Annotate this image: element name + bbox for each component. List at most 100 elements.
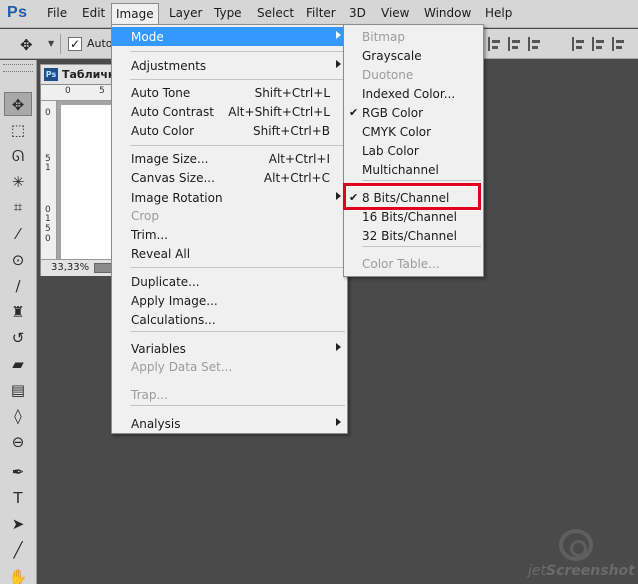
path-selection-tool-icon[interactable]: ➤ <box>4 512 32 536</box>
mode-menu-item[interactable]: Indexed Color... <box>344 84 483 103</box>
annotation-highlight-box <box>343 183 481 210</box>
image-menu-item[interactable]: Variables <box>112 339 347 358</box>
image-menu-item[interactable]: Canvas Size... Alt+Ctrl+C <box>112 168 347 187</box>
menu-item-label: Crop <box>131 209 160 223</box>
image-menu-item[interactable]: Auto Tone Shift+Ctrl+L <box>112 83 347 102</box>
menu-layer[interactable]: Layer <box>169 6 202 20</box>
history-brush-tool-icon[interactable]: ↺ <box>4 326 32 350</box>
menu-item-label: CMYK Color <box>362 125 432 139</box>
image-menu-item[interactable]: Mode <box>112 27 347 46</box>
menu-item-label: Image Rotation <box>131 191 223 205</box>
menu-item-label: Image Size... <box>131 152 209 166</box>
checkmark-icon: ✔ <box>349 106 359 119</box>
type-tool-icon[interactable]: T <box>4 486 32 510</box>
distribute-middle-icon[interactable] <box>592 37 605 51</box>
image-menu-item[interactable]: Auto Color Shift+Ctrl+B <box>112 121 347 140</box>
align-left-icon[interactable] <box>488 37 501 51</box>
document-tab[interactable]: Ps Таблички <box>40 64 115 84</box>
mode-menu-item[interactable]: CMYK Color <box>344 122 483 141</box>
menu-item-label: Trim... <box>131 228 168 242</box>
menu-item-label: Apply Image... <box>131 294 218 308</box>
submenu-arrow-icon <box>336 418 341 426</box>
distribute-bottom-icon[interactable] <box>612 37 625 51</box>
menu-separator <box>130 79 345 80</box>
menu-select[interactable]: Select <box>257 6 294 20</box>
menu-window[interactable]: Window <box>424 6 471 20</box>
line-tool-icon[interactable]: ╱ <box>4 538 32 562</box>
menu-separator <box>362 246 481 247</box>
ruler-tick-label: 5 <box>45 224 51 234</box>
mode-menu-item[interactable]: Multichannel <box>344 160 483 179</box>
menu-type[interactable]: Type <box>214 6 242 20</box>
menu-separator <box>130 51 345 52</box>
menu-item-label: Auto Color <box>131 124 195 138</box>
image-menu-item[interactable]: Apply Image... <box>112 291 347 310</box>
image-menu-item[interactable]: Image Rotation <box>112 188 347 207</box>
menu-separator <box>130 331 345 332</box>
brush-tool-icon[interactable]: ∕ <box>4 274 32 298</box>
mode-menu-item[interactable]: Lab Color <box>344 141 483 160</box>
menu-item-label: Auto Tone <box>131 86 191 100</box>
mode-menu-item[interactable]: ✔ RGB Color <box>344 103 483 122</box>
image-menu-item[interactable]: Trim... <box>112 225 347 244</box>
pen-tool-icon[interactable]: ✒ <box>4 460 32 484</box>
image-menu-item[interactable]: Calculations... <box>112 310 347 329</box>
menu-item-label: Duplicate... <box>131 275 200 289</box>
menu-item-shortcut: Alt+Ctrl+C <box>263 171 330 185</box>
menu-item-label: Canvas Size... <box>131 171 215 185</box>
image-menu-item[interactable]: Adjustments <box>112 56 347 75</box>
mode-menu-item: Bitmap <box>344 27 483 46</box>
image-menu-item[interactable]: Reveal All <box>112 244 347 263</box>
clone-stamp-tool-icon[interactable]: ♜ <box>4 300 32 324</box>
submenu-arrow-icon <box>336 343 341 351</box>
tools-panel: ✥ ⬚ ᘏ ✳ ⌗ ⁄ ⊙ ∕ ♜ ↺ ▰ ▤ ◊ ⊖ ✒ T ➤ ╱ ✋ <box>0 60 37 584</box>
menu-image[interactable]: Image <box>111 3 159 25</box>
options-separator <box>60 34 61 54</box>
eraser-tool-icon[interactable]: ▰ <box>4 352 32 376</box>
magic-wand-tool-icon[interactable]: ✳ <box>4 170 32 194</box>
menu-item-label: 32 Bits/Channel <box>362 229 457 243</box>
marquee-tool-icon[interactable]: ⬚ <box>4 118 32 142</box>
zoom-level[interactable]: 33,33% <box>51 262 89 273</box>
menu-item-label: Calculations... <box>131 313 216 327</box>
toolbar-grip[interactable] <box>3 64 33 72</box>
align-center-icon[interactable] <box>508 37 521 51</box>
image-menu-item[interactable]: Image Size... Alt+Ctrl+I <box>112 149 347 168</box>
crop-tool-icon[interactable]: ⌗ <box>4 195 32 219</box>
menu-item-label: Variables <box>131 342 186 356</box>
eyedropper-tool-icon[interactable]: ⁄ <box>4 222 32 246</box>
gradient-tool-icon[interactable]: ▤ <box>4 378 32 402</box>
hand-tool-icon[interactable]: ✋ <box>4 565 32 584</box>
menu-3d[interactable]: 3D <box>349 6 366 20</box>
menu-item-label: Adjustments <box>131 59 207 73</box>
image-menu-item[interactable]: Auto Contrast Alt+Shift+Ctrl+L <box>112 102 347 121</box>
tool-preset-caret-icon[interactable]: ▼ <box>48 39 54 48</box>
image-menu-item[interactable]: Analysis <box>112 414 347 433</box>
dodge-tool-icon[interactable]: ⊖ <box>4 430 32 454</box>
image-menu-item: Apply Data Set... <box>112 357 347 376</box>
blur-tool-icon[interactable]: ◊ <box>4 404 32 428</box>
menu-item-label: Mode <box>131 30 164 44</box>
spot-healing-tool-icon[interactable]: ⊙ <box>4 248 32 272</box>
menu-filter[interactable]: Filter <box>306 6 336 20</box>
distribute-top-icon[interactable] <box>572 37 585 51</box>
menu-file[interactable]: File <box>47 6 67 20</box>
lasso-tool-icon[interactable]: ᘏ <box>4 144 32 168</box>
document-canvas[interactable] <box>61 105 116 259</box>
menu-view[interactable]: View <box>381 6 409 20</box>
move-tool-icon[interactable]: ✥ <box>20 36 33 54</box>
image-menu-item[interactable]: Duplicate... <box>112 272 347 291</box>
menu-edit[interactable]: Edit <box>82 6 105 20</box>
menu-separator <box>130 267 345 268</box>
menu-separator <box>362 180 481 181</box>
ruler-tick-label: 1 <box>45 214 51 224</box>
menu-item-label: Duotone <box>362 68 414 82</box>
align-right-icon[interactable] <box>528 37 541 51</box>
mode-menu-item[interactable]: 32 Bits/Channel <box>344 226 483 245</box>
move-tool-icon[interactable]: ✥ <box>4 92 32 116</box>
submenu-arrow-icon <box>336 31 341 39</box>
menu-help[interactable]: Help <box>485 6 512 20</box>
status-info-icon[interactable] <box>94 263 112 273</box>
auto-select-checkbox[interactable]: ✓ <box>68 37 82 51</box>
mode-menu-item[interactable]: Grayscale <box>344 46 483 65</box>
